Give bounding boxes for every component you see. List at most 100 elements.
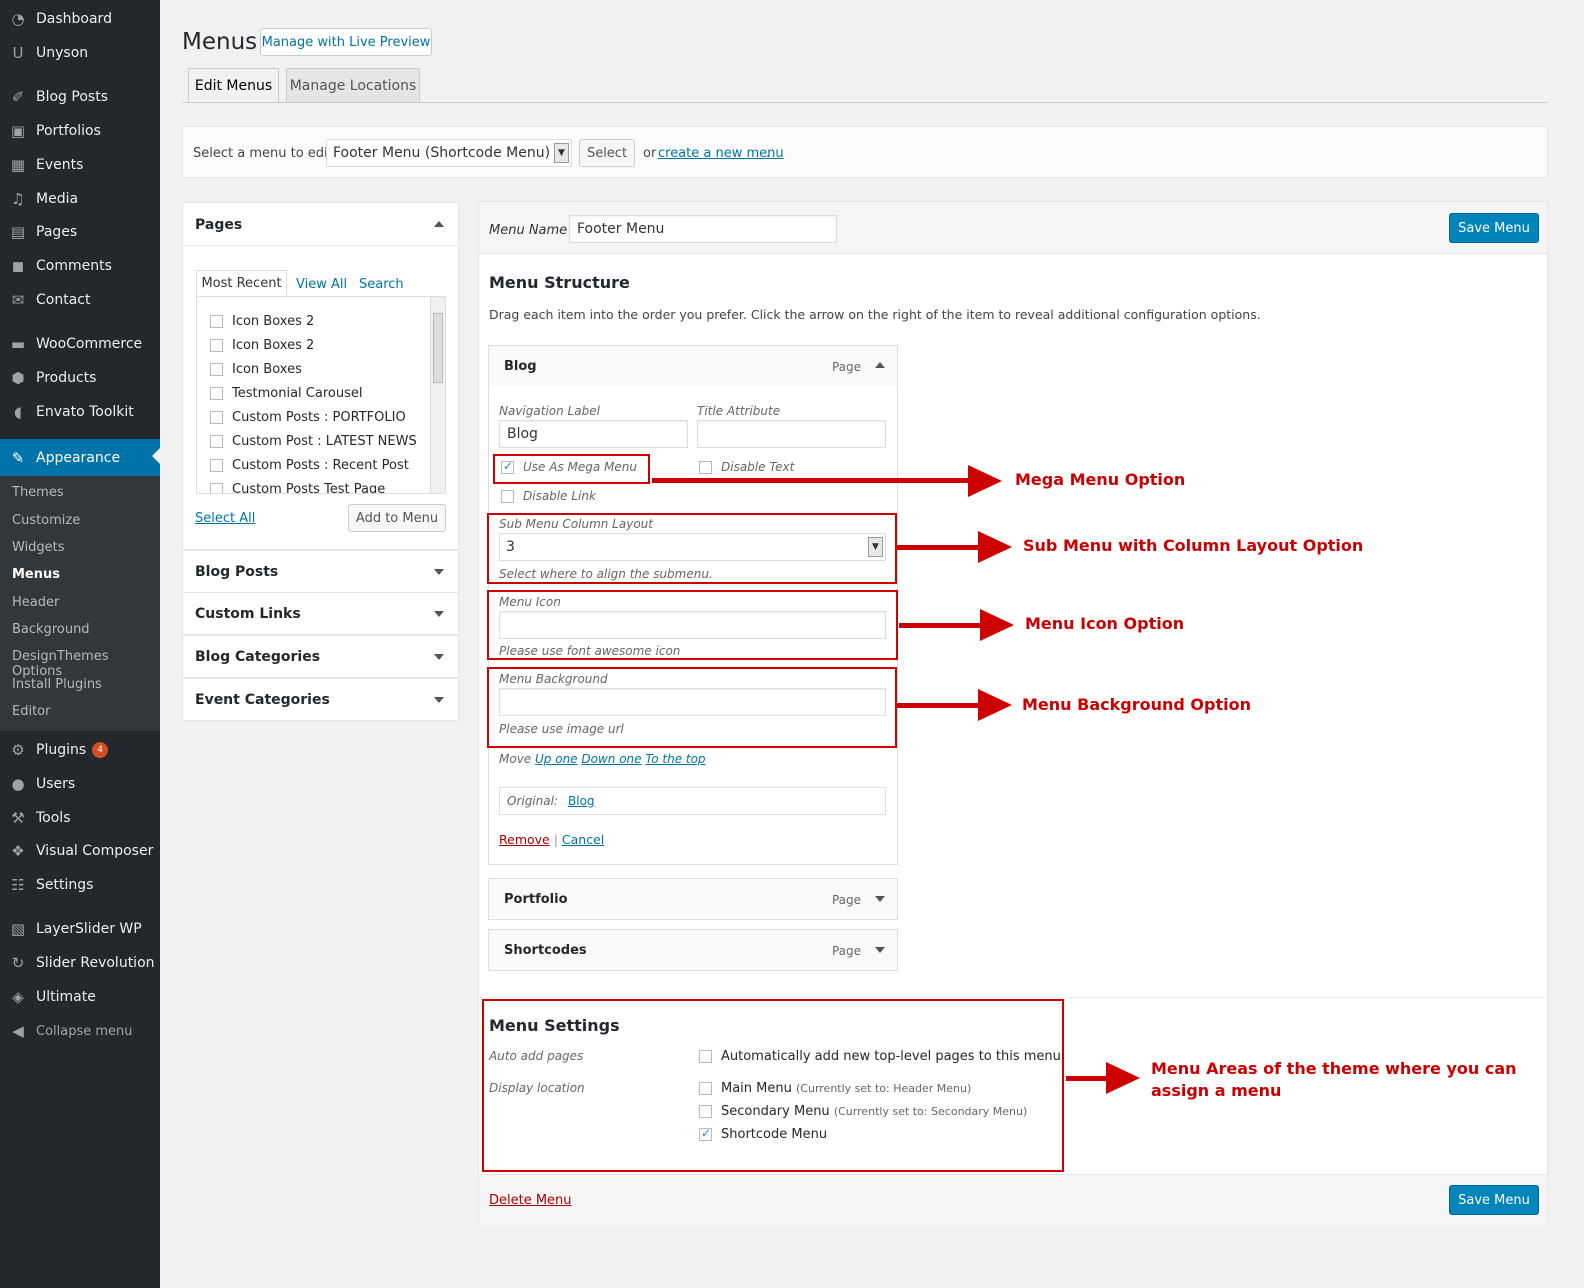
submenu-customize[interactable]: Customize (12, 513, 80, 528)
title-attribute-input[interactable] (697, 420, 886, 448)
submenu-header[interactable]: Header (12, 595, 59, 610)
pages-tab-most-recent[interactable]: Most Recent (196, 270, 287, 297)
live-preview-button[interactable]: Manage with Live Preview (260, 28, 432, 56)
accordion-event-categories[interactable]: Event Categories (182, 678, 459, 721)
chevron-down-icon[interactable] (875, 896, 885, 902)
list-item[interactable]: Custom Post : LATEST NEWS (210, 434, 417, 449)
list-item[interactable]: Icon Boxes (210, 362, 302, 377)
select-button[interactable]: Select (579, 139, 635, 167)
mega-menu-option[interactable]: Use As Mega Menu (501, 459, 637, 475)
submenu-designthemes-options[interactable]: DesignThemes Options (12, 649, 160, 679)
chevron-up-icon[interactable] (875, 362, 885, 368)
nav-events[interactable]: ▦ Events (0, 148, 160, 182)
submenu-background[interactable]: Background (12, 622, 90, 637)
menu-background-input[interactable] (499, 688, 886, 716)
nav-label-input[interactable]: Blog (499, 420, 688, 448)
menu-item-portfolio[interactable]: Portfolio Page (488, 878, 898, 920)
nav-contact[interactable]: ✉ Contact (0, 283, 160, 317)
list-item[interactable]: Custom Posts : Recent Post (210, 458, 409, 473)
location-checkbox[interactable] (699, 1082, 712, 1095)
tab-manage-locations[interactable]: Manage Locations (286, 68, 420, 103)
list-item[interactable]: Icon Boxes 2 (210, 338, 314, 353)
checkbox[interactable] (210, 483, 223, 493)
nav-dashboard[interactable]: ◔ Dashboard (0, 2, 160, 36)
menu-item-shortcodes[interactable]: Shortcodes Page (488, 929, 898, 971)
mega-menu-checkbox[interactable] (501, 459, 514, 474)
nav-layerslider[interactable]: ▧ LayerSlider WP (0, 912, 160, 946)
save-menu-button-bottom[interactable]: Save Menu (1449, 1185, 1539, 1215)
auto-add-checkbox[interactable] (699, 1050, 712, 1063)
nav-products[interactable]: ⬢ Products (0, 361, 160, 395)
add-to-menu-button[interactable]: Add to Menu (348, 504, 446, 532)
submenu-widgets[interactable]: Widgets (12, 540, 65, 555)
checkbox[interactable] (210, 363, 223, 376)
checkbox[interactable] (210, 411, 223, 424)
disable-text-option[interactable]: Disable Text (699, 460, 794, 475)
nav-collapse-menu[interactable]: ◀ Collapse menu (0, 1014, 160, 1048)
auto-add-option[interactable]: Automatically add new top-level pages to… (699, 1049, 1061, 1064)
nav-comments[interactable]: ◼ Comments (0, 249, 160, 283)
original-link[interactable]: Blog (568, 794, 595, 808)
nav-media[interactable]: ♫ Media (0, 182, 160, 216)
menu-icon-input[interactable] (499, 611, 886, 639)
column-layout-select[interactable]: 3 ▼ (499, 533, 886, 561)
accordion-blog-posts[interactable]: Blog Posts (182, 550, 459, 593)
chevron-down-icon[interactable] (875, 947, 885, 953)
menu-select-dropdown[interactable]: Footer Menu (Shortcode Menu) ▼ (326, 139, 572, 167)
checkbox[interactable] (210, 435, 223, 448)
nav-plugins[interactable]: ⚙ Plugins 4 (0, 733, 160, 767)
location-shortcode-menu[interactable]: Shortcode Menu (699, 1126, 827, 1142)
checkbox[interactable] (210, 387, 223, 400)
location-checkbox[interactable] (699, 1105, 712, 1118)
location-checkbox[interactable] (699, 1126, 712, 1141)
disable-link-checkbox[interactable] (501, 490, 514, 503)
scrollbar-thumb[interactable] (433, 313, 443, 383)
accordion-blog-categories[interactable]: Blog Categories (182, 635, 459, 678)
scrollbar[interactable] (430, 297, 445, 493)
list-item[interactable]: Custom Posts Test Page (210, 482, 385, 493)
submenu-editor[interactable]: Editor (12, 704, 50, 719)
nav-slider-revolution[interactable]: ↻ Slider Revolution (0, 946, 160, 980)
nav-visual-composer[interactable]: ❖ Visual Composer (0, 834, 160, 868)
disable-text-checkbox[interactable] (699, 461, 712, 474)
nav-portfolios[interactable]: ▣ Portfolios (0, 114, 160, 148)
move-top-link[interactable]: To the top (645, 752, 705, 766)
list-item[interactable]: Icon Boxes 2 (210, 314, 314, 329)
move-up-link[interactable]: Up one (535, 752, 578, 766)
nav-blog-posts[interactable]: ✐ Blog Posts (0, 80, 160, 114)
select-all-link[interactable]: Select All (195, 511, 255, 526)
tab-edit-menus[interactable]: Edit Menus (188, 68, 279, 103)
save-menu-button[interactable]: Save Menu (1449, 213, 1539, 243)
nav-appearance[interactable]: ✎ Appearance (0, 439, 160, 476)
checkbox[interactable] (210, 459, 223, 472)
nav-settings[interactable]: ☷ Settings (0, 868, 160, 902)
nav-unyson[interactable]: U Unyson (0, 36, 160, 70)
nav-pages[interactable]: ▤ Pages (0, 215, 160, 249)
location-secondary-menu[interactable]: Secondary Menu (Currently set to: Second… (699, 1104, 1027, 1119)
accordion-custom-links[interactable]: Custom Links (182, 592, 459, 635)
cancel-link[interactable]: Cancel (562, 832, 604, 847)
remove-link[interactable]: Remove (499, 832, 550, 847)
pages-box-header[interactable]: Pages (183, 203, 458, 246)
menu-name-input[interactable]: Footer Menu (569, 215, 837, 243)
submenu-install-plugins[interactable]: Install Plugins (12, 677, 102, 692)
nav-users[interactable]: ● Users (0, 767, 160, 801)
disable-link-option[interactable]: Disable Link (501, 489, 596, 504)
nav-envato-toolkit[interactable]: ◖ Envato Toolkit (0, 395, 160, 429)
create-menu-link[interactable]: create a new menu (658, 146, 784, 161)
checkbox[interactable] (210, 339, 223, 352)
menu-item-blog-header[interactable]: Blog Page (488, 345, 898, 387)
list-item[interactable]: Custom Posts : PORTFOLIO (210, 410, 406, 425)
submenu-themes[interactable]: Themes (12, 485, 64, 500)
list-item[interactable]: Testmonial Carousel (210, 386, 362, 401)
pages-tab-search[interactable]: Search (359, 277, 404, 292)
delete-menu-link[interactable]: Delete Menu (489, 1193, 572, 1208)
nav-ultimate[interactable]: ◈ Ultimate (0, 980, 160, 1014)
move-down-link[interactable]: Down one (581, 752, 641, 766)
submenu-menus[interactable]: Menus (12, 567, 60, 582)
nav-woocommerce[interactable]: ▬ WooCommerce (0, 327, 160, 361)
nav-tools[interactable]: ⚒ Tools (0, 801, 160, 835)
location-main-menu[interactable]: Main Menu (Currently set to: Header Menu… (699, 1081, 971, 1096)
checkbox[interactable] (210, 315, 223, 328)
pages-tab-view-all[interactable]: View All (296, 277, 347, 292)
